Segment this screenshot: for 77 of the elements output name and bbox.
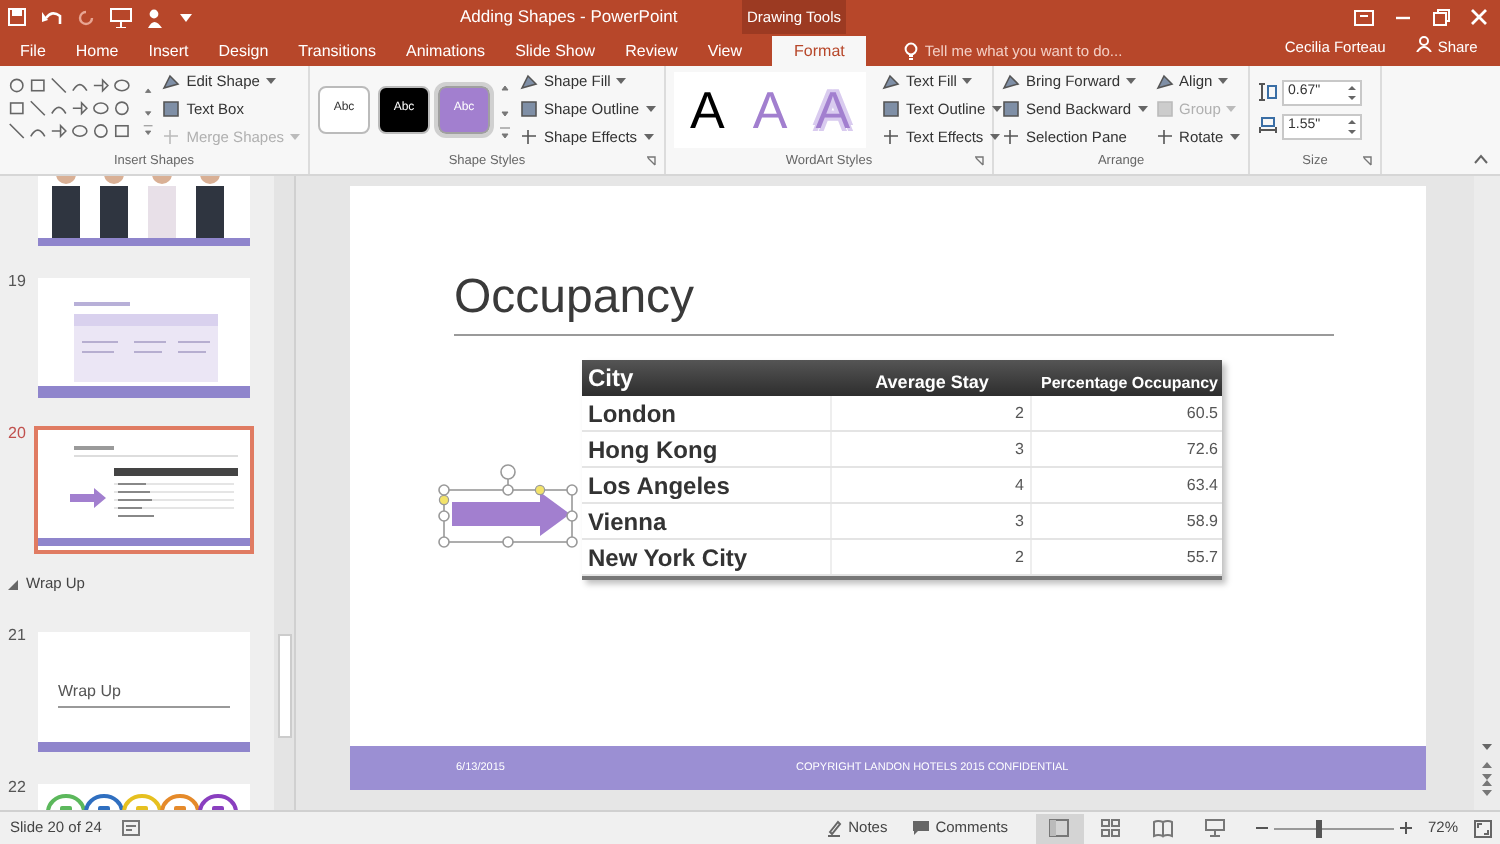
table-cell-text: 60.5 — [1184, 402, 1220, 426]
column-header: Percentage Occupancy — [1039, 372, 1220, 396]
table-cell: Hong Kong — [582, 432, 832, 466]
table-cell: 2 — [832, 396, 1032, 430]
wordart-style[interactable]: A — [690, 83, 725, 135]
table-cell: Vienna — [582, 504, 832, 538]
spinner-icon[interactable] — [1348, 117, 1356, 135]
command-icon — [520, 128, 538, 146]
zoom-in-icon[interactable] — [1399, 822, 1412, 834]
ribbon-tab[interactable]: File — [20, 36, 46, 66]
zoom-slider-thumb[interactable] — [1315, 819, 1322, 837]
person-icon — [1415, 36, 1432, 52]
dialog-launcher-icon[interactable] — [646, 156, 656, 166]
close-icon[interactable] — [1470, 8, 1488, 26]
ribbon-tab[interactable]: Transitions — [298, 36, 376, 66]
slide-number: 22 — [8, 780, 28, 796]
slide-number: 19 — [8, 274, 28, 290]
slide-thumbnail[interactable]: Wrap Up — [34, 628, 254, 756]
ribbon-tab[interactable]: Format — [772, 36, 867, 66]
sorter-view-icon — [1100, 818, 1123, 838]
ribbon-tab[interactable]: View — [707, 36, 743, 66]
view-button[interactable] — [1035, 813, 1084, 843]
undo-icon[interactable] — [40, 8, 64, 26]
arrow-shape[interactable] — [448, 490, 572, 538]
reading-view-icon — [1152, 818, 1175, 838]
ribbon-tab[interactable]: Review — [625, 36, 678, 66]
command-icon — [162, 128, 181, 146]
table-cell: 4 — [832, 468, 1032, 502]
table-cell: Los Angeles — [582, 468, 832, 502]
table-cell: London — [582, 396, 832, 430]
collapse-ribbon-icon[interactable] — [1474, 154, 1488, 164]
column-header: Average Stay — [873, 369, 991, 396]
ribbon-tab[interactable]: Animations — [405, 36, 486, 66]
slide-number: 21 — [8, 628, 28, 644]
thumbnail-title: Wrap Up — [58, 684, 123, 700]
ribbon-tab[interactable]: Insert — [148, 36, 189, 66]
ribbon-display-icon[interactable] — [1354, 9, 1374, 25]
height-icon — [1258, 82, 1278, 102]
touch-mode-icon[interactable] — [146, 7, 166, 27]
spelling-icon[interactable] — [121, 819, 142, 837]
command-icon — [1002, 128, 1020, 146]
restore-icon[interactable] — [1432, 8, 1450, 26]
redo-icon[interactable] — [78, 8, 96, 26]
command-icon — [882, 128, 901, 146]
slide-title: Occupancy — [454, 274, 695, 322]
zoom-out-icon[interactable] — [1255, 822, 1268, 834]
comment-icon — [911, 820, 930, 836]
normal-view-icon — [1048, 818, 1071, 838]
slideshow-view-icon — [1204, 818, 1227, 838]
scroll-arrows-icon[interactable] — [1480, 738, 1494, 798]
command-icon — [1155, 128, 1174, 146]
slide-number: 20 — [8, 426, 28, 442]
ribbon-tab[interactable]: Home — [75, 36, 119, 66]
presentation-icon[interactable] — [110, 7, 132, 27]
table-cell: 3 — [832, 432, 1032, 466]
dialog-launcher-icon[interactable] — [974, 156, 984, 166]
table-cell: 2 — [832, 540, 1032, 574]
ribbon-tab[interactable]: Slide Show — [515, 36, 596, 66]
save-icon[interactable] — [8, 8, 26, 26]
pencil-icon — [826, 819, 843, 837]
width-icon — [1258, 116, 1278, 136]
table-cell: 3 — [832, 504, 1032, 538]
table-cell: New York City — [582, 540, 832, 574]
table-cell-text: 72.6 — [1184, 438, 1220, 462]
table-cell-text: 63.4 — [1184, 474, 1220, 498]
ribbon-tab[interactable]: Design — [218, 36, 269, 66]
lightbulb-icon — [904, 42, 919, 60]
scroll-bar[interactable] — [1474, 176, 1500, 810]
column-header: City — [586, 362, 636, 396]
dialog-launcher-icon[interactable] — [1362, 156, 1372, 166]
spinner-icon[interactable] — [1348, 83, 1356, 101]
table-cell-text: 55.7 — [1184, 546, 1220, 570]
window-title: Adding Shapes - PowerPoint — [460, 4, 680, 30]
table-cell-text: 58.9 — [1184, 510, 1220, 534]
fit-to-window-icon[interactable] — [1474, 819, 1492, 837]
scroll-bar[interactable] — [274, 176, 294, 810]
customize-caret-icon[interactable] — [180, 13, 192, 21]
